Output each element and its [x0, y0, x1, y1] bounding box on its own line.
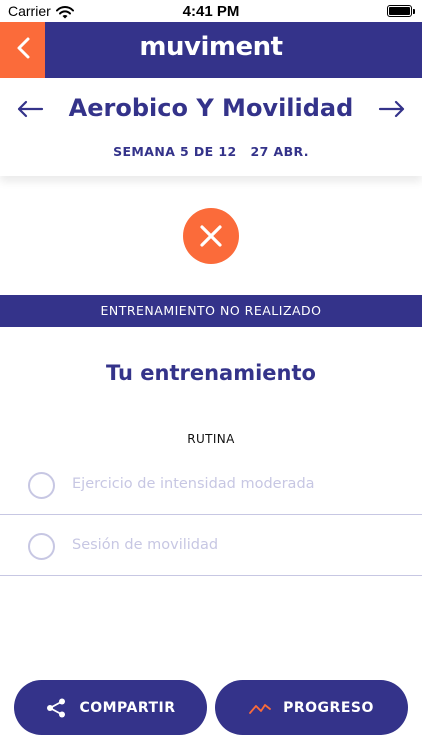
app-bar: muviment	[0, 22, 422, 78]
exercise-label: Sesión de movilidad	[72, 537, 219, 553]
routine-label: RUTINA	[187, 432, 235, 446]
share-label: COMPARTIR	[79, 699, 176, 716]
status-bar: Carrier 4:41 PM	[0, 0, 422, 22]
battery-icon	[387, 5, 415, 17]
exercise-label: Ejercicio de intensidad moderada	[72, 476, 315, 492]
exercise-item[interactable]: Sesión de movilidad	[0, 516, 422, 576]
progress-label: PROGRESO	[283, 699, 374, 716]
exercise-checkbox[interactable]	[28, 472, 55, 499]
exercise-checkbox[interactable]	[28, 533, 55, 560]
exercise-item[interactable]: Ejercicio de intensidad moderada	[0, 455, 422, 515]
share-button[interactable]: COMPARTIR	[14, 680, 207, 735]
trend-line-icon	[249, 703, 272, 714]
arrow-right-icon	[378, 100, 405, 118]
workout-header: Aerobico Y Movilidad SEMANA 5 DE 12 27 AB…	[0, 78, 422, 176]
not-completed-status	[183, 208, 239, 264]
date-label: 27 ABR.	[250, 144, 309, 159]
workout-title: Aerobico Y Movilidad	[68, 94, 354, 122]
section-title: Tu entrenamiento	[106, 361, 316, 385]
next-workout-button[interactable]	[377, 94, 407, 124]
share-icon	[47, 698, 66, 717]
clock: 4:41 PM	[182, 3, 240, 20]
close-icon	[200, 225, 222, 247]
progress-button[interactable]: PROGRESO	[215, 680, 408, 735]
week-info: SEMANA 5 DE 12 27 ABR.	[0, 144, 422, 159]
status-banner: ENTRENAMIENTO NO REALIZADO	[0, 295, 422, 327]
app-logo: muviment	[139, 32, 283, 62]
week-label: SEMANA 5 DE 12	[113, 144, 237, 159]
